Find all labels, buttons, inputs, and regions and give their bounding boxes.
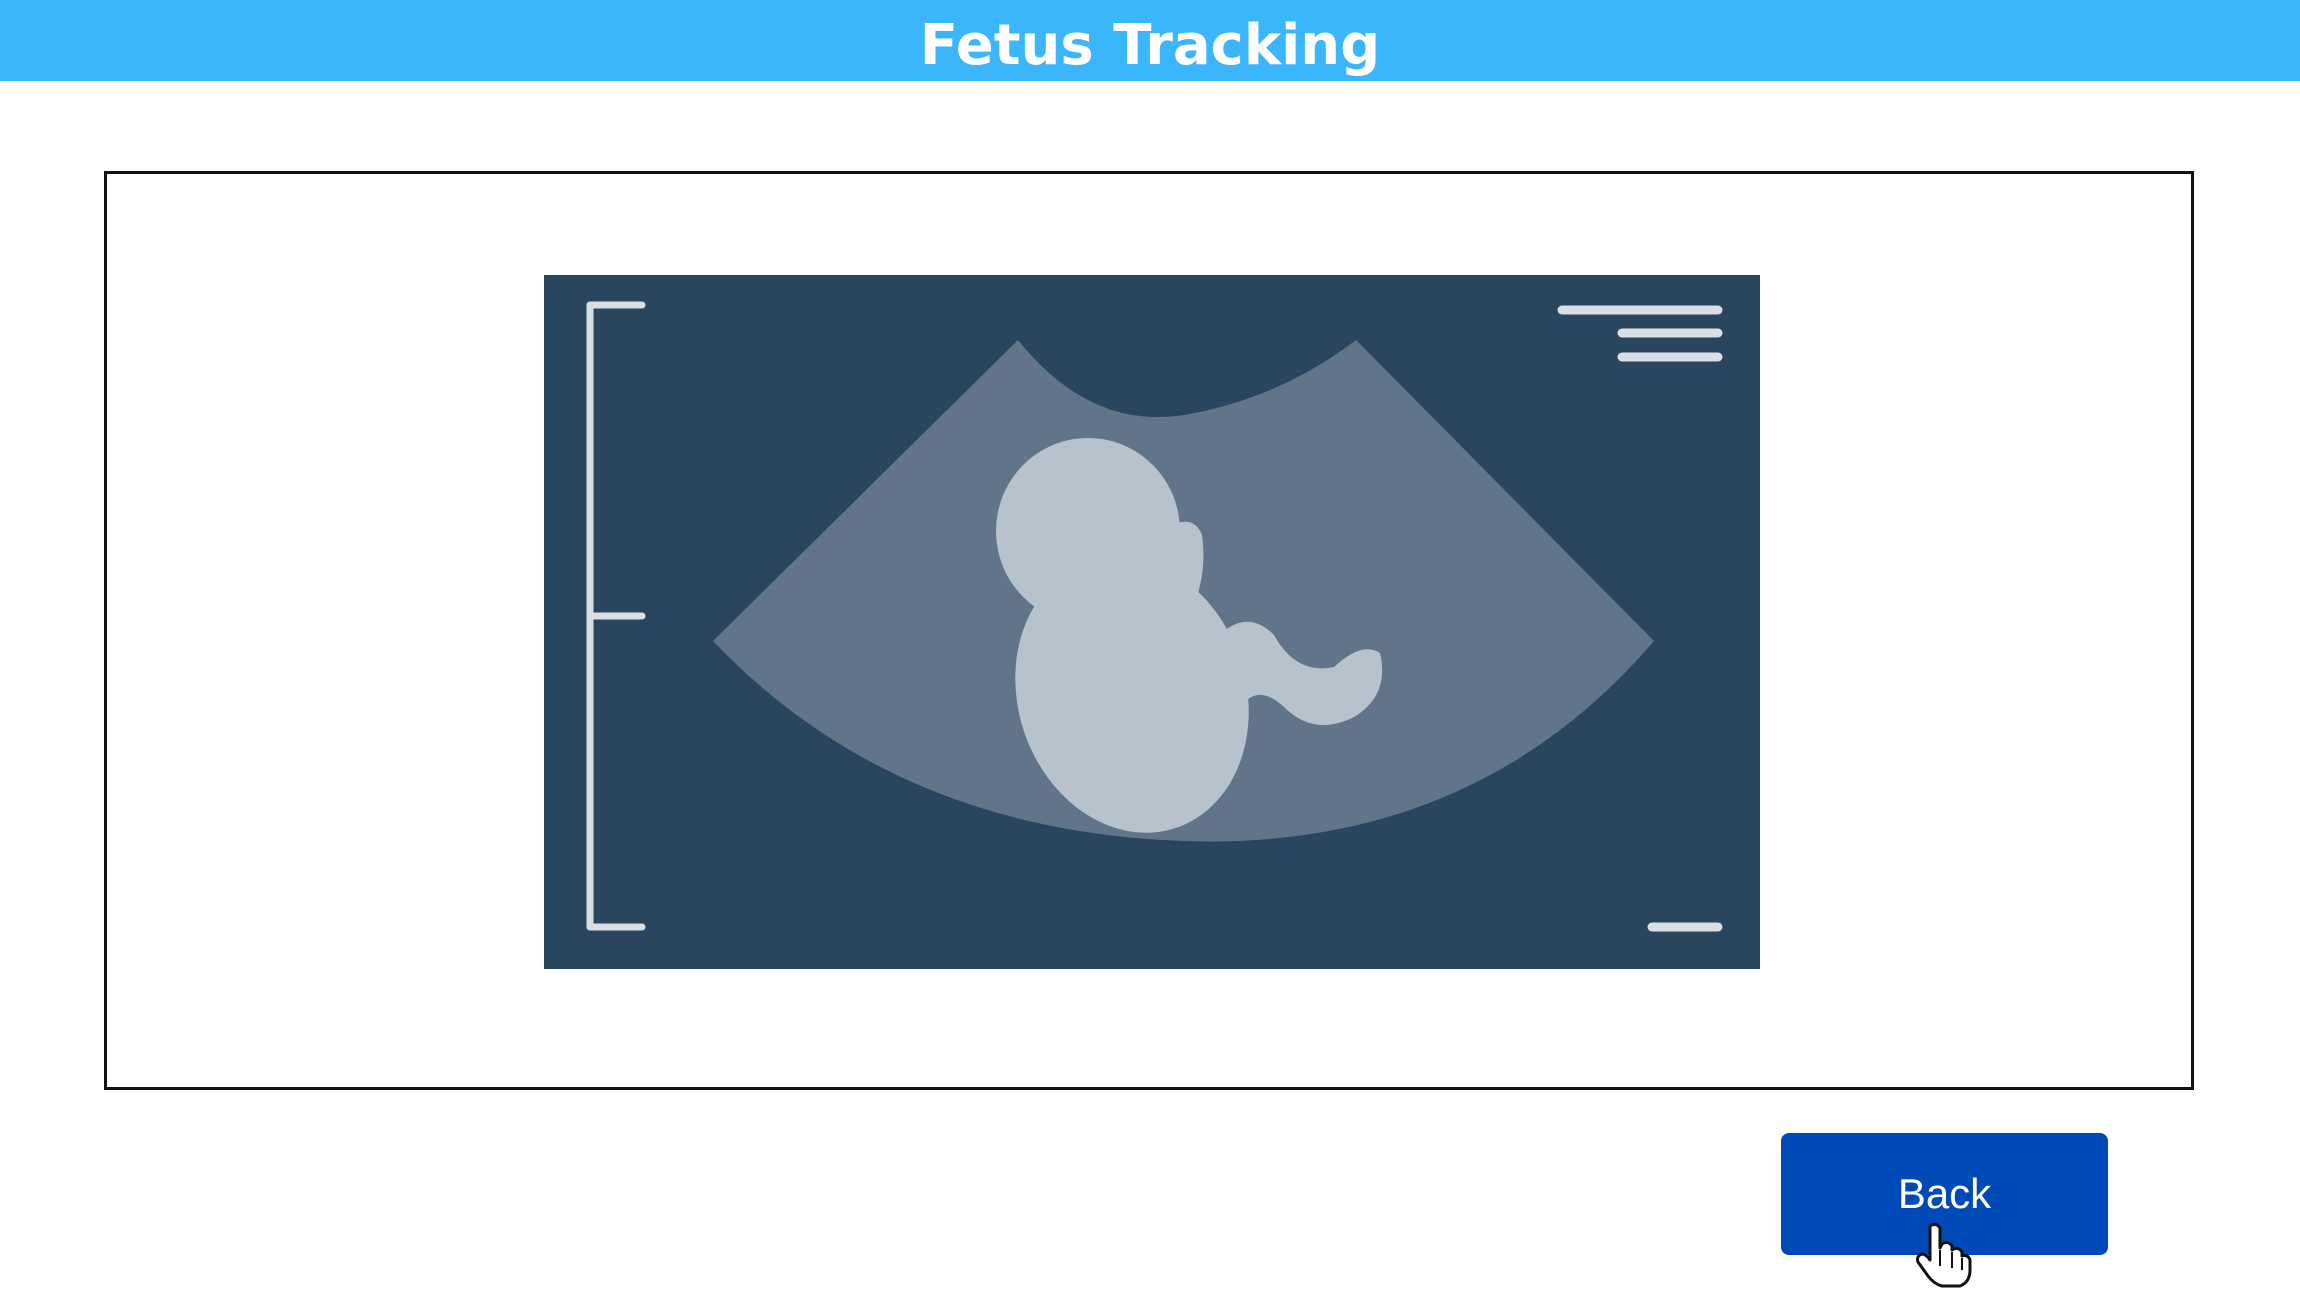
app-header: Fetus Tracking [0,0,2300,81]
ultrasound-image [544,275,1760,969]
page-title: Fetus Tracking [919,12,1381,78]
back-button[interactable]: Back [1781,1133,2108,1255]
image-frame [104,171,2194,1090]
